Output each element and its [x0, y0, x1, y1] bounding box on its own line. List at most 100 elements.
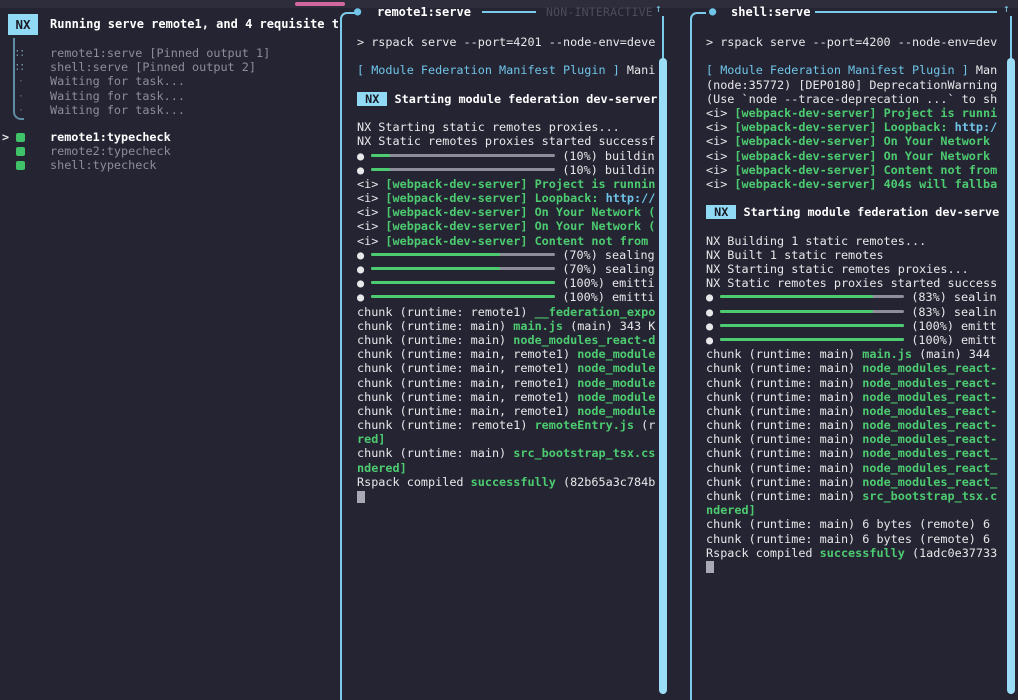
terminal-line: (Use `node --trace-deprecation ...` to s… [706, 92, 1004, 106]
terminal-line: chunk (runtime: main, remote1) node_modu… [357, 347, 658, 361]
completed-task-list: >remote1:typecheckremote2:typecheckshell… [0, 130, 338, 173]
progress-bullet-icon: ● [357, 163, 371, 177]
progress-bar [371, 295, 555, 298]
task-list-panel: NX Running serve remote1, and 4 requisit… [0, 8, 338, 700]
terminal-line: chunk (runtime: remote1) remoteEntry.js … [357, 418, 658, 432]
progress-bar [371, 267, 555, 270]
pinned-task-list: ∷remote1:serve [Pinned output 1]∷shell:s… [0, 46, 338, 117]
terminal-line: <i> [webpack-dev-server] On Your Network [706, 134, 1004, 148]
terminal-text: ndered] [706, 503, 756, 517]
progress-bullet-icon: ● [706, 290, 720, 304]
cursor-line [357, 489, 658, 503]
progress-bullet-icon: ● [357, 290, 371, 304]
progress-fill [371, 295, 555, 298]
scrollbar-thumb[interactable] [1007, 58, 1015, 694]
terminal-text: remoteEntry.js [535, 418, 634, 432]
progress-bar [371, 281, 555, 284]
terminal-line: chunk (runtime: main) 6 bytes (remote) 6 [706, 517, 1004, 531]
terminal-line: chunk (runtime: main) node_modules_react… [706, 418, 1004, 432]
terminal-text: <i> [357, 205, 385, 219]
terminal-line: red] [357, 432, 658, 446]
terminal-text: chunk (runtime: main) [706, 446, 862, 460]
terminal-line: NX Built 1 static remotes [706, 248, 1004, 262]
terminal-text: chunk (runtime: main) 6 bytes (remote) 6 [706, 517, 990, 531]
task-row[interactable]: ·Waiting for task... [0, 89, 338, 103]
terminal-text: chunk (runtime: main, remote1) [357, 347, 577, 361]
progress-bar [720, 295, 904, 298]
task-row[interactable]: >remote1:typecheck [0, 130, 338, 144]
terminal-text: chunk (runtime: main) [357, 333, 513, 347]
running-indicator-icon: ● [354, 4, 361, 18]
spinner-icon: ∷ [16, 46, 24, 60]
pane-title-remote1-serve[interactable]: remote1:serve [377, 5, 471, 19]
terminal-output-remote1: > rspack serve --port=4201 --node-env=de… [357, 35, 658, 695]
terminal-line: chunk (runtime: main) node_modules_react… [706, 390, 1004, 404]
task-row[interactable]: ·Waiting for task... [0, 74, 338, 88]
progress-label: (10%) buildin [555, 163, 654, 177]
scroll-up-icon[interactable]: ↑ [1003, 2, 1010, 15]
terminal-text: (r [634, 418, 655, 432]
progress-label: (100%) emitti [555, 290, 654, 304]
progress-line: ● (70%) sealing [357, 248, 658, 262]
terminal-text: [webpack-dev-server] Project is runnin [385, 177, 655, 191]
progress-bullet-icon: ● [357, 262, 371, 276]
progress-label: (100%) emitt [904, 319, 996, 333]
progress-bullet-icon: ● [706, 333, 720, 347]
header-rule [482, 11, 536, 13]
task-row[interactable]: ∷shell:serve [Pinned output 2] [0, 60, 338, 74]
nx-message: Starting module federation dev-server [395, 92, 658, 106]
terminal-text: http:/ [955, 120, 998, 134]
progress-fill [720, 295, 873, 298]
task-label: Waiting for task... [50, 103, 185, 117]
progress-label: (10%) buildin [555, 149, 654, 163]
task-row[interactable]: remote2:typecheck [0, 144, 338, 158]
terminal-text: NX Building 1 static remotes... [706, 234, 926, 248]
header-rule [815, 11, 997, 13]
terminal-line: chunk (runtime: main) node_modules_react… [706, 432, 1004, 446]
progress-line: ● (83%) sealin [706, 290, 1004, 304]
cursor-line [706, 560, 1004, 574]
terminal-text: http:// [606, 191, 656, 205]
terminal-line: Rspack compiled successfully (1adc0e3773… [706, 546, 1004, 560]
scroll-up-icon[interactable]: ↑ [655, 2, 662, 15]
terminal-text: chunk (runtime: main) [706, 489, 862, 503]
nx-badge-line: NX Starting module federation dev-serve [706, 205, 1004, 219]
terminal-text: NX Built 1 static remotes [706, 248, 884, 262]
progress-line: ● (10%) buildin [357, 163, 658, 177]
selection-cursor: > [2, 130, 9, 144]
terminal-line: <i> [webpack-dev-server] On Your Network [706, 149, 1004, 163]
terminal-line: ndered] [357, 461, 658, 475]
terminal-text: node_modules_react- [862, 404, 997, 418]
task-row[interactable]: shell:typecheck [0, 158, 338, 172]
terminal-line: chunk (runtime: main) node_modules_react… [706, 361, 1004, 375]
task-row[interactable]: ∷remote1:serve [Pinned output 1] [0, 46, 338, 60]
scrollbar-thumb[interactable] [659, 58, 667, 694]
terminal-line: chunk (runtime: main) 6 bytes (remote) 6 [706, 532, 1004, 546]
terminal-text: chunk (runtime: main) [706, 376, 862, 390]
terminal-text: successfully [471, 475, 556, 489]
pane-title-shell-serve[interactable]: shell:serve [731, 5, 810, 19]
nx-inline-badge: NX [357, 92, 387, 106]
task-label: remote2:typecheck [50, 144, 171, 158]
blank-line [706, 219, 1004, 233]
terminal-text: <i> [357, 177, 385, 191]
terminal-text: chunk (runtime: main, remote1) [357, 376, 577, 390]
progress-bar [720, 310, 904, 313]
waiting-dot-icon: · [19, 74, 23, 88]
progress-label: (70%) sealing [555, 248, 654, 262]
terminal-text: node_modules_react_ [862, 446, 997, 460]
terminal-text: chunk (runtime: remote1) [357, 305, 535, 319]
progress-label: (100%) emitt [904, 333, 996, 347]
terminal-line: NX Starting static remotes proxies... [706, 262, 1004, 276]
terminal-text: chunk (runtime: main, remote1) [357, 404, 577, 418]
blank-line [357, 106, 658, 120]
terminal-text: red] [357, 432, 385, 446]
spinner-icon: ∷ [16, 60, 24, 74]
terminal-line: chunk (runtime: main) src_bootstrap_tsx.… [706, 489, 1004, 503]
progress-line: ● (100%) emitti [357, 290, 658, 304]
pane-border [340, 12, 356, 700]
task-row[interactable]: ·Waiting for task... [0, 103, 338, 117]
terminal-line: <i> [webpack-dev-server] Project is runn… [706, 106, 1004, 120]
terminal-text: __federation_expo [535, 305, 656, 319]
progress-fill [371, 253, 500, 256]
